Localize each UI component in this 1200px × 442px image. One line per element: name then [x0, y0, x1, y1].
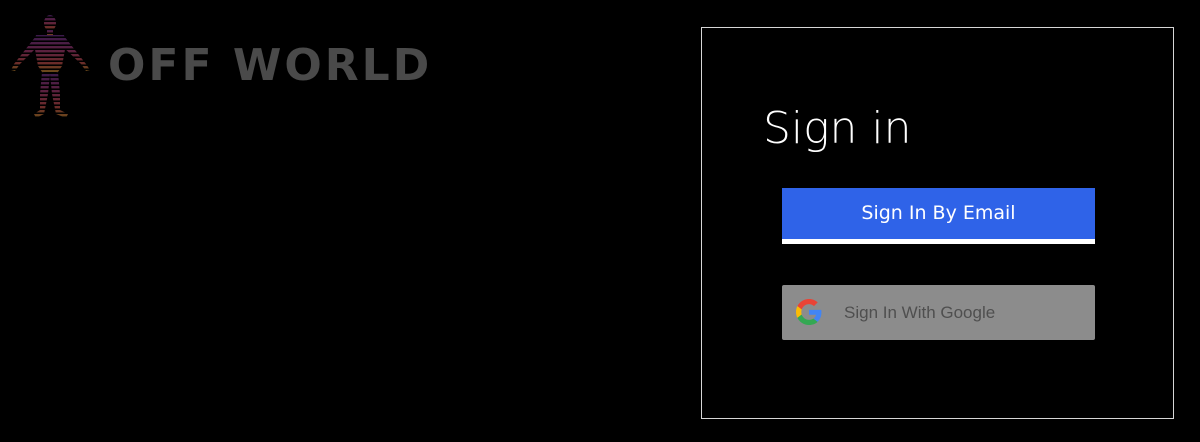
signin-google-button[interactable]: Sign In With Google [782, 285, 1095, 340]
brand-name: OFF WORLD [108, 40, 433, 91]
signin-panel: Sign in Sign In By Email Sign In With Go… [701, 27, 1174, 419]
signin-google-label: Sign In With Google [844, 303, 996, 322]
signin-email-button[interactable]: Sign In By Email [782, 188, 1095, 244]
google-g-icon [796, 299, 822, 325]
humanoid-figure-icon [11, 15, 90, 118]
signin-title: Sign in [763, 103, 912, 154]
brand-logo: OFF WORLD [10, 14, 429, 120]
